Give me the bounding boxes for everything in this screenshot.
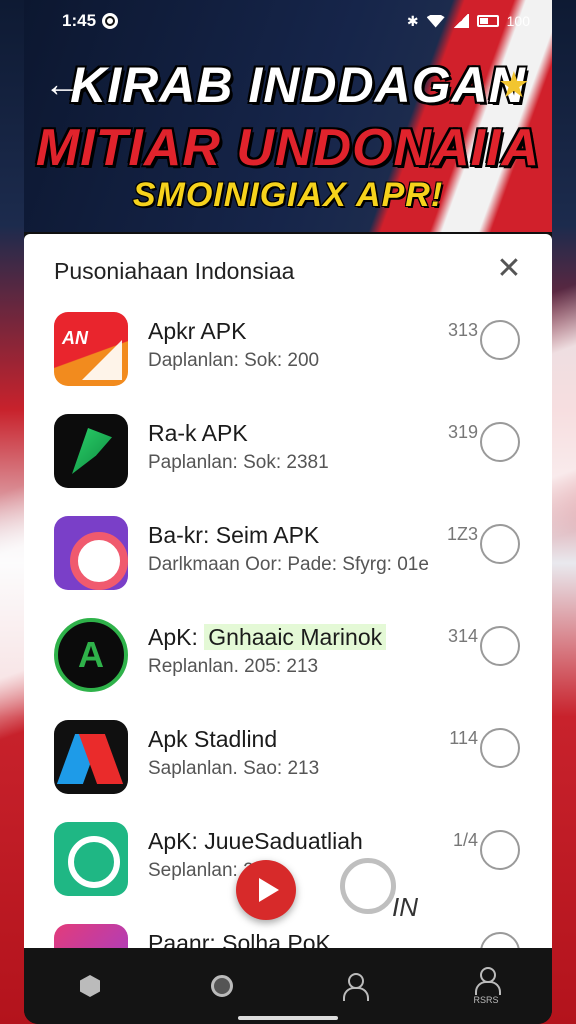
app-count: 1Z3 [446,524,478,544]
app-subtitle: Replanlan. 205: 213 [148,656,319,677]
home-indicator [238,1016,338,1020]
banner-headline-2: MITIAR UNDONAIIA [35,119,541,177]
status-bar: 1:45 ✱ 100 [24,0,552,42]
app-name: Paanr: Solha PoK [148,930,331,948]
app-icon [54,924,128,948]
bluetooth-icon: ✱ [406,12,419,29]
app-name: Ra-k APK [148,420,248,446]
app-icon: AN [54,312,128,386]
app-icon: A [54,618,128,692]
app-icon-label: A [78,634,104,675]
close-icon[interactable]: ✕ [494,254,524,284]
app-subtitle: Daplanlan: Sok: 200 [148,350,320,371]
nav-profile-button[interactable] [330,962,378,1010]
person-icon [343,973,369,1001]
bottom-nav: RSRS [24,948,552,1024]
select-radio[interactable] [480,524,520,564]
nav-discover-button[interactable] [198,962,246,1010]
wifi-icon [426,14,445,28]
app-count: 114 [449,728,478,748]
watermark-logo-icon [340,858,396,914]
star-icon: ★ [497,64,530,105]
select-radio[interactable] [480,422,520,462]
sheet-title: Pusoniahaan Indonsiaa [54,258,295,284]
app-name-prefix: ApK: [148,624,198,650]
back-arrow-icon[interactable]: ← [42,64,82,104]
hexagon-icon [80,975,100,997]
app-count: 319 [447,422,478,442]
app-name: ApK: JuueSaduatliah [148,828,363,854]
nav-home-button[interactable] [66,962,114,1010]
list-item[interactable]: AN Apkr APK Daplanlan: Sok: 200 313 [24,304,552,406]
person-icon [475,967,501,995]
app-name: Apkr APK [148,318,247,344]
app-subtitle: Saplanlan. Sao: 213 [148,758,320,779]
app-list-sheet: Pusoniahaan Indonsiaa ✕ AN Apkr APK Dapl… [24,234,552,948]
app-name: Apk Stadlind [148,726,278,752]
watermark-text: IN [392,892,418,922]
list-item[interactable]: Ra-k APK Paplanlan: Sok: 2381 319 [24,406,552,508]
nav-caption: RSRS [473,995,499,1005]
list-item[interactable]: Paanr: Solha PoK [24,916,552,948]
select-radio[interactable] [480,932,520,948]
banner-headline-3: SMOINIGIAX APR! [132,176,444,214]
list-item[interactable]: A ApK: Gnhaaic Marinok Replanlan. 205: 2… [24,610,552,712]
battery-icon [476,15,499,27]
select-radio[interactable] [480,830,520,870]
app-subtitle: Paplanlan: Sok: 2381 [148,452,329,473]
nav-account-button[interactable]: RSRS [462,962,510,1010]
app-icon [54,720,128,794]
app-count: 313 [447,320,478,340]
app-icon [54,822,128,896]
signal-icon [452,14,469,28]
status-icons: ✱ 100 [407,13,530,30]
app-list: AN Apkr APK Daplanlan: Sok: 200 313 Ra-k… [24,304,552,948]
select-radio[interactable] [480,626,520,666]
circle-icon [211,975,233,997]
app-icon [54,516,128,590]
list-item[interactable]: Ba-kr: Seim APK Darlkmaan Oor: Pade: Sfy… [24,508,552,610]
app-subtitle: Darlkmaan Oor: Pade: Sfyrg: 01e [148,554,429,575]
app-icon [54,414,128,488]
notification-icon [102,13,119,29]
battery-level: 100 [506,13,530,29]
app-count: 314 [447,626,478,646]
status-time-group: 1:45 [62,11,119,31]
list-item[interactable]: Apk Stadlind Saplanlan. Sao: 213 114 [24,712,552,814]
app-icon-label: AN [62,328,88,348]
select-radio[interactable] [480,320,520,360]
app-name: Ba-kr: Seim APK [148,522,320,548]
app-name-highlight: Gnhaaic Marinok [204,624,387,650]
status-time: 1:45 [62,11,97,30]
banner-headline-1: KIRAB INDDAGAN [70,57,526,113]
select-radio[interactable] [480,728,520,768]
app-name: ApK: Gnhaaic Marinok [148,624,387,651]
play-button[interactable] [236,860,296,920]
app-count: 1/4 [452,830,478,850]
